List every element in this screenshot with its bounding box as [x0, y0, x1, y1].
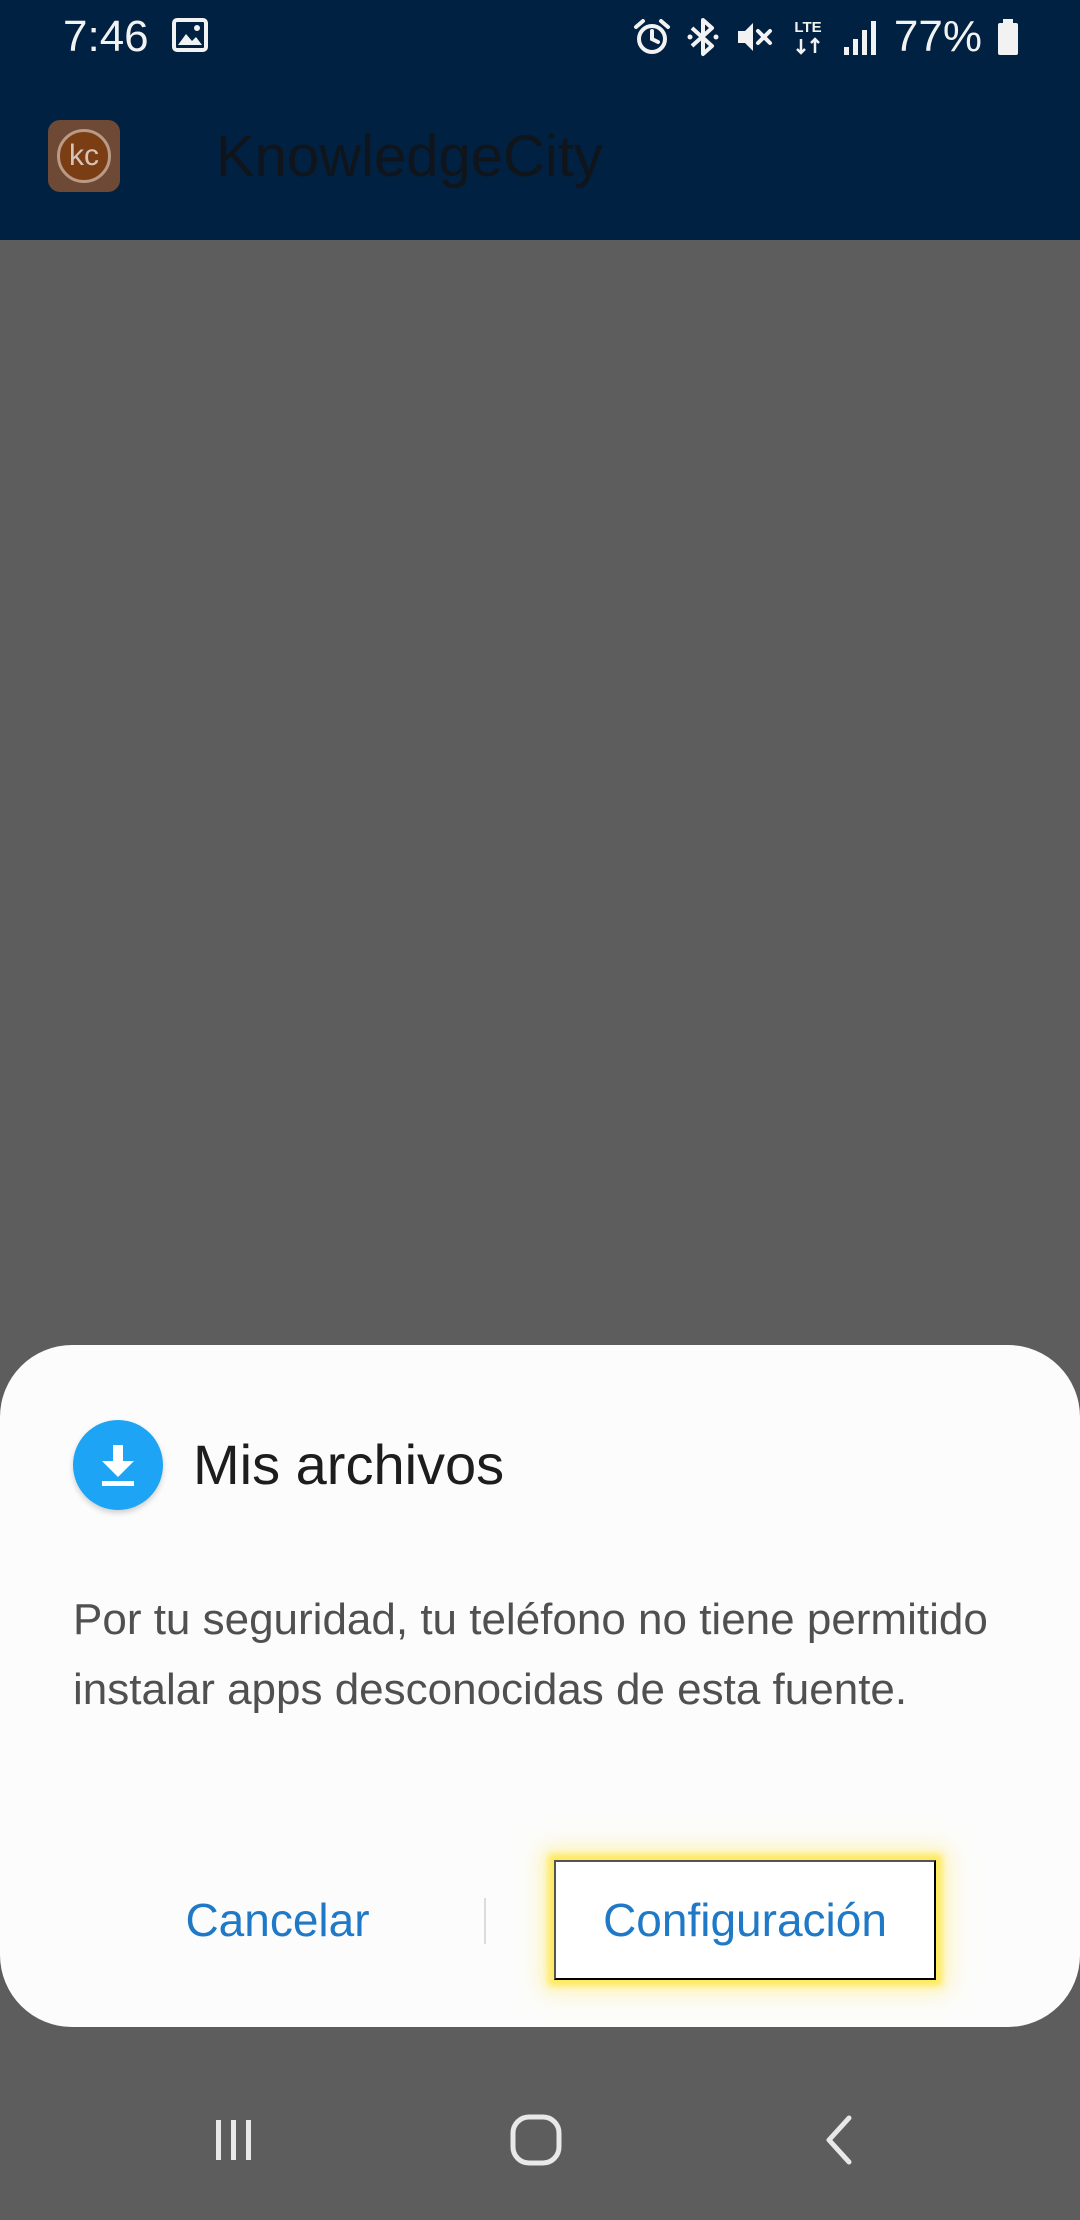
status-time: 7:46: [63, 12, 149, 61]
mute-icon: [734, 17, 774, 57]
navigation-bar: [0, 2060, 1080, 2220]
status-bar: 7:46 LTE 77%: [0, 0, 1080, 74]
dialog-title: Mis archivos: [193, 1433, 505, 1496]
home-icon[interactable]: [496, 2100, 576, 2180]
dialog-message: Por tu seguridad, tu teléfono no tiene p…: [73, 1595, 988, 1714]
install-blocked-dialog: Mis archivos Por tu seguridad, tu teléfo…: [0, 1345, 1080, 2027]
image-icon: [172, 18, 208, 57]
dialog-buttons: Cancelar Configuración: [0, 1860, 1080, 1980]
battery-icon: [996, 17, 1020, 57]
lte-icon: LTE: [788, 17, 828, 57]
button-divider: [484, 1898, 486, 1944]
alarm-icon: [632, 17, 672, 57]
signal-icon: [842, 17, 880, 57]
back-icon[interactable]: [800, 2100, 880, 2180]
settings-button[interactable]: Configuración: [554, 1860, 936, 1980]
app-bar: kc KnowledgeCity: [0, 74, 1080, 240]
download-icon: [73, 1420, 163, 1510]
bluetooth-icon: [686, 17, 720, 57]
app-logo: kc: [48, 120, 120, 192]
svg-text:LTE: LTE: [794, 19, 821, 36]
app-title: KnowledgeCity: [216, 124, 603, 189]
recent-apps-icon[interactable]: [194, 2100, 274, 2180]
app-logo-text: kc: [57, 129, 111, 183]
cancel-button[interactable]: Cancelar: [100, 1860, 455, 1980]
dialog-header: Mis archivos: [73, 1420, 504, 1510]
battery-percent: 77%: [893, 12, 982, 61]
screen: 7:46 LTE 77% kc KnowledgeCity Mis archiv…: [0, 0, 1080, 2220]
status-icons: LTE 77%: [632, 10, 1020, 64]
